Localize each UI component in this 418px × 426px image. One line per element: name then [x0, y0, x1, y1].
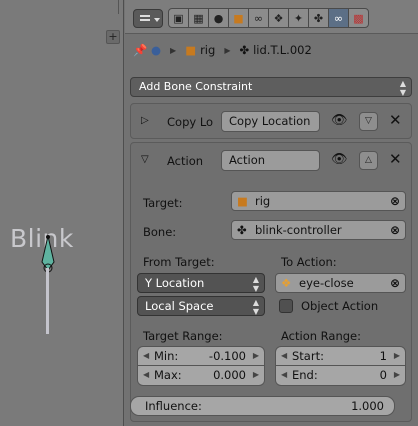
- data-icon[interactable]: ✦: [288, 8, 309, 28]
- texture-icon[interactable]: ▩: [348, 8, 369, 28]
- properties-header: ▣ ▦ ● ■ ∞ ❖ ✦ ✤ ∞ ▩: [125, 0, 418, 34]
- decrement-arrow-icon[interactable]: ◀: [281, 366, 287, 384]
- delete-constraint-x-icon[interactable]: ✕: [389, 111, 402, 129]
- influence-value: 1.000: [351, 399, 384, 413]
- influence-label: Influence:: [145, 399, 202, 413]
- editor-type-menu[interactable]: [133, 9, 163, 28]
- breadcrumb-object: rig: [200, 43, 216, 57]
- target-label: Target:: [143, 196, 183, 210]
- target-space-value: Local Space: [145, 299, 214, 313]
- constraint-name-field[interactable]: Action: [221, 150, 320, 171]
- bone-label: Bone:: [143, 225, 177, 239]
- action-icon: ❖: [281, 276, 292, 290]
- bone-value: blink-controller: [255, 223, 342, 237]
- min-value: -0.100: [208, 349, 246, 363]
- increment-arrow-icon[interactable]: ▶: [253, 347, 259, 365]
- end-value: 0: [379, 368, 387, 382]
- transform-channel-select[interactable]: Y Location ▲ ▼: [137, 273, 265, 293]
- bone-icon: ✤: [239, 43, 250, 57]
- target-value: rig: [255, 194, 271, 208]
- constraint-name-field[interactable]: Copy Location: [221, 111, 320, 132]
- end-field[interactable]: ◀ End: 0 ▶: [275, 366, 406, 386]
- move-down-button[interactable]: ▽: [359, 112, 378, 131]
- visibility-eye-icon[interactable]: 👁: [331, 113, 348, 128]
- object-action-label: Object Action: [301, 299, 379, 313]
- max-value: 0.000: [213, 368, 246, 382]
- influence-slider[interactable]: Influence: 1.000: [130, 396, 395, 416]
- context-tabs: ▣ ▦ ● ■ ∞ ❖ ✦ ✤ ∞ ▩: [168, 8, 369, 28]
- target-space-select[interactable]: Local Space ▲ ▼: [137, 296, 265, 316]
- start-field[interactable]: ◀ Start: 1 ▶: [275, 346, 406, 366]
- start-label: Start:: [292, 349, 324, 363]
- copy-location-panel: ▷ Copy Lo Copy Location 👁 ▽ ✕: [130, 103, 412, 139]
- target-range-label: Target Range:: [143, 329, 223, 343]
- add-bone-constraint-label: Add Bone Constraint: [139, 80, 253, 93]
- 3d-viewport[interactable]: + Blink: [0, 0, 124, 426]
- clear-x-icon[interactable]: ⊗: [390, 192, 400, 210]
- action-field[interactable]: ❖ eye-close ⊗: [275, 273, 406, 293]
- decrement-arrow-icon[interactable]: ◀: [143, 347, 149, 365]
- object-action-checkbox[interactable]: [279, 299, 293, 313]
- breadcrumb-bone: lid.T.L.002: [253, 43, 312, 57]
- action-constraint-panel: ▽ Action Action 👁 △ ✕ Target: ■ rig ⊗ Bo…: [130, 142, 412, 422]
- render-icon[interactable]: ▣: [168, 8, 189, 28]
- delete-constraint-x-icon[interactable]: ✕: [389, 150, 402, 168]
- expand-triangle-icon[interactable]: ▷: [141, 115, 149, 126]
- dropdown-arrows-icon: ▲ ▼: [252, 275, 259, 293]
- clear-x-icon[interactable]: ⊗: [390, 274, 400, 292]
- decrement-arrow-icon[interactable]: ◀: [281, 347, 287, 365]
- increment-arrow-icon[interactable]: ▶: [394, 366, 400, 384]
- move-up-button[interactable]: △: [359, 151, 378, 170]
- constraint-type-label: Copy Lo: [167, 115, 214, 129]
- breadcrumb-separator: ▶: [170, 45, 177, 55]
- area-split-edge[interactable]: [118, 0, 123, 14]
- object-icon[interactable]: ■: [228, 8, 249, 28]
- scene-icon[interactable]: ▦: [188, 8, 209, 28]
- end-label: End:: [292, 368, 318, 382]
- increment-arrow-icon[interactable]: ▶: [253, 366, 259, 384]
- visibility-eye-icon[interactable]: 👁: [331, 152, 348, 167]
- panel-header[interactable]: ▷ Copy Lo Copy Location 👁 ▽ ✕: [131, 104, 411, 140]
- world-icon[interactable]: ●: [208, 8, 229, 28]
- to-action-label: To Action:: [281, 255, 337, 269]
- action-value: eye-close: [299, 276, 354, 290]
- constraint-icon[interactable]: ∞: [248, 8, 269, 28]
- collapse-triangle-icon[interactable]: ▽: [141, 154, 149, 165]
- min-label: Min:: [154, 349, 179, 363]
- panel-header[interactable]: ▽ Action Action 👁 △ ✕: [131, 143, 411, 179]
- bone-icon[interactable]: ✤: [308, 8, 329, 28]
- object-icon: ■: [185, 43, 197, 57]
- modifier-icon[interactable]: ❖: [268, 8, 289, 28]
- max-label: Max:: [154, 368, 182, 382]
- area-corner-plus-icon[interactable]: +: [106, 30, 120, 44]
- bone-shaft[interactable]: [46, 268, 49, 334]
- constraint-type-label: Action: [167, 154, 204, 168]
- from-target-label: From Target:: [143, 255, 215, 269]
- decrement-arrow-icon[interactable]: ◀: [143, 366, 149, 384]
- max-field[interactable]: ◀ Max: 0.000 ▶: [137, 366, 265, 386]
- target-field[interactable]: ■ rig ⊗: [231, 191, 406, 211]
- start-value: 1: [379, 349, 387, 363]
- properties-editor: ▣ ▦ ● ■ ∞ ❖ ✦ ✤ ∞ ▩ 📌 ● ▶ ■ rig ▶ ✤ lid.…: [125, 0, 418, 426]
- action-range-label: Action Range:: [281, 329, 361, 343]
- clear-x-icon[interactable]: ⊗: [390, 221, 400, 239]
- add-bone-constraint-dropdown[interactable]: Add Bone Constraint ▲ ▼: [130, 77, 412, 97]
- transform-channel-value: Y Location: [145, 276, 205, 290]
- dropdown-arrows-icon: ▲ ▼: [399, 79, 406, 97]
- increment-arrow-icon[interactable]: ▶: [394, 347, 400, 365]
- editor-type-icon: [140, 15, 160, 22]
- min-field[interactable]: ◀ Min: -0.100 ▶: [137, 346, 265, 366]
- breadcrumb: 📌 ● ▶ ■ rig ▶ ✤ lid.T.L.002: [125, 34, 418, 66]
- pin-icon[interactable]: 📌: [133, 43, 151, 57]
- scene-data-icon: ●: [151, 43, 162, 57]
- bone-constraint-icon[interactable]: ∞: [328, 8, 349, 28]
- bone-field[interactable]: ✤ blink-controller ⊗: [231, 220, 406, 240]
- dropdown-arrows-icon: ▲ ▼: [252, 298, 259, 316]
- bone-icon: ✤: [237, 223, 247, 237]
- breadcrumb-separator: ▶: [224, 45, 231, 55]
- object-icon: ■: [237, 194, 248, 208]
